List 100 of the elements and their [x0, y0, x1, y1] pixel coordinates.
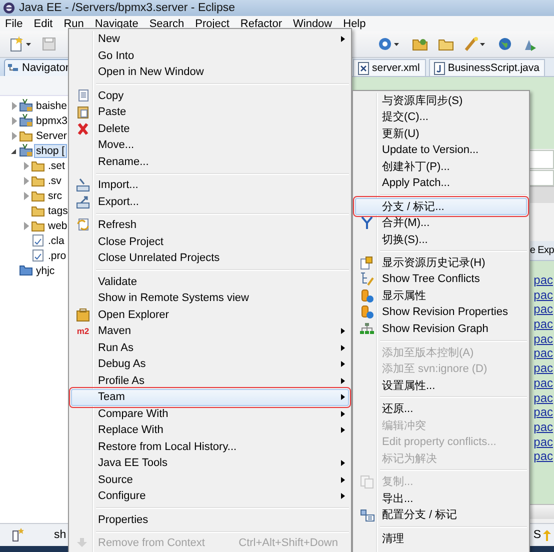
menu-item[interactable]: Restore from Local History...: [71, 438, 349, 455]
graph-icon: [359, 322, 375, 336]
package-link[interactable]: pac: [534, 332, 554, 346]
menu-item[interactable]: Paste: [71, 104, 349, 120]
menu-item[interactable]: 创建补丁(P)...: [355, 158, 527, 174]
menu-bar-item[interactable]: Help: [343, 18, 366, 30]
menu-item[interactable]: Run As: [71, 340, 349, 356]
package-link[interactable]: pac: [534, 288, 554, 302]
menu-item[interactable]: Configure: [71, 488, 349, 504]
menu-item[interactable]: Move...: [71, 137, 349, 154]
folder-icon[interactable]: [412, 37, 428, 51]
menu-item[interactable]: 显示属性: [355, 288, 527, 304]
menu-item[interactable]: 分支 / 标记...: [355, 198, 527, 214]
menu-item[interactable]: 提交(C)...: [355, 108, 527, 125]
menu-item[interactable]: Show Tree Conflicts: [355, 271, 527, 288]
package-link[interactable]: pac: [534, 449, 554, 464]
package-link[interactable]: pac: [534, 405, 554, 420]
menu-item[interactable]: 还原...: [355, 400, 527, 417]
menu-item[interactable]: 切换(S)...: [355, 231, 527, 248]
fast-view-icon[interactable]: [12, 528, 24, 542]
package-link[interactable]: pac: [534, 376, 554, 390]
menu-item[interactable]: Debug As: [71, 356, 349, 372]
package-link[interactable]: pac: [534, 302, 554, 318]
history-icon: [359, 256, 375, 270]
wand-icon[interactable]: [464, 36, 488, 52]
menu-item[interactable]: 清理: [355, 530, 527, 546]
menu-bar-item[interactable]: Search: [149, 18, 184, 30]
package-link[interactable]: pac: [534, 390, 554, 406]
menu-bar-item[interactable]: Edit: [34, 18, 53, 30]
menu-item[interactable]: 与资源库同步(S): [355, 92, 527, 108]
menu-item[interactable]: Show in Remote Systems view: [71, 290, 349, 306]
merge-icon: [359, 216, 375, 230]
package-link[interactable]: pac: [534, 434, 554, 450]
view-tab[interactable]: e Exp: [530, 245, 554, 256]
menu-item[interactable]: 合并(M)...: [355, 214, 527, 231]
tree-item[interactable]: shop [: [34, 144, 67, 158]
save-icon[interactable]: [42, 37, 56, 51]
menu-item[interactable]: Properties: [71, 512, 349, 528]
menu-item[interactable]: m2 Maven: [71, 323, 349, 340]
folder-icon[interactable]: [438, 37, 454, 51]
menu-item[interactable]: Export...: [71, 194, 349, 210]
menu-item[interactable]: Compare With: [71, 406, 349, 422]
package-link[interactable]: pac: [534, 420, 554, 435]
menu-bar-item[interactable]: File: [5, 18, 23, 30]
tree-item[interactable]: .set: [46, 158, 67, 172]
tree-item[interactable]: yhjc: [34, 264, 57, 278]
menu-item[interactable]: New: [71, 31, 349, 48]
project-icon: [19, 114, 33, 127]
menu-bar-item[interactable]: Window: [293, 18, 332, 30]
tree-item[interactable]: .cla: [46, 234, 66, 248]
menu-item[interactable]: Source: [71, 472, 349, 488]
tree-item[interactable]: .pro: [46, 248, 68, 262]
package-link[interactable]: pac: [534, 346, 554, 362]
menu-item[interactable]: 显示资源历史记录(H): [355, 254, 527, 271]
package-link[interactable]: pac: [534, 317, 554, 332]
menu-item[interactable]: Refresh: [71, 217, 349, 234]
folder-icon: [31, 189, 45, 202]
menu-item[interactable]: Show Revision Properties: [355, 304, 527, 320]
menu-bar-item[interactable]: Project: [195, 18, 230, 30]
menu-item[interactable]: Show Revision Graph: [355, 320, 527, 337]
menu-item[interactable]: Import...: [71, 177, 349, 194]
tree-item[interactable]: src: [46, 188, 64, 202]
menu-item[interactable]: Copy: [71, 88, 349, 104]
menu-item[interactable]: Close Unrelated Projects: [71, 250, 349, 266]
menu-bar-item[interactable]: Navigate: [94, 18, 138, 30]
tree-item[interactable]: web: [46, 218, 70, 232]
tree-item[interactable]: .sv: [46, 174, 64, 188]
menu-item[interactable]: Open Explorer: [71, 306, 349, 323]
menu-item[interactable]: Rename...: [71, 154, 349, 170]
tree-item[interactable]: baishe: [34, 98, 69, 112]
new-file-icon[interactable]: [10, 36, 32, 52]
menu-item[interactable]: 配置分支 / 标记: [355, 506, 527, 523]
tree-item[interactable]: Server: [34, 128, 69, 142]
menu-item[interactable]: 更新(U): [355, 125, 527, 142]
package-link[interactable]: pac: [534, 361, 554, 376]
globe-icon[interactable]: [498, 37, 512, 51]
menu-bar-item[interactable]: Refactor: [240, 18, 282, 30]
editor-tab[interactable]: BusinessScript.java: [428, 59, 546, 76]
java-file-icon: [434, 62, 445, 74]
menu-item[interactable]: Delete: [71, 120, 349, 137]
folder-icon: [19, 264, 33, 277]
expand-arrow-icon[interactable]: [10, 146, 18, 154]
refresh-icon: [75, 218, 91, 232]
menu-item[interactable]: Team: [71, 389, 349, 406]
tree-item[interactable]: tags: [46, 204, 70, 218]
up-arrow-icon[interactable]: [543, 530, 551, 540]
menu-item[interactable]: Close Project: [71, 234, 349, 250]
menu-item[interactable]: Update to Version...: [355, 142, 527, 158]
menu-item[interactable]: 设置属性...: [355, 377, 527, 394]
package-link[interactable]: pac: [534, 273, 554, 288]
s-circle-icon[interactable]: [378, 36, 402, 52]
menu-item[interactable]: 导出...: [355, 490, 527, 506]
menu-item[interactable]: Apply Patch...: [355, 174, 527, 191]
menu-item[interactable]: Java EE Tools: [71, 455, 349, 472]
editor-tab[interactable]: server.xml: [353, 59, 426, 76]
menu-item[interactable]: Replace With: [71, 422, 349, 438]
menu-bar-item[interactable]: Run: [64, 18, 84, 30]
menu-item[interactable]: Validate: [71, 274, 349, 290]
folder-icon: [31, 174, 45, 187]
tree-item[interactable]: bpmx3: [34, 114, 70, 128]
